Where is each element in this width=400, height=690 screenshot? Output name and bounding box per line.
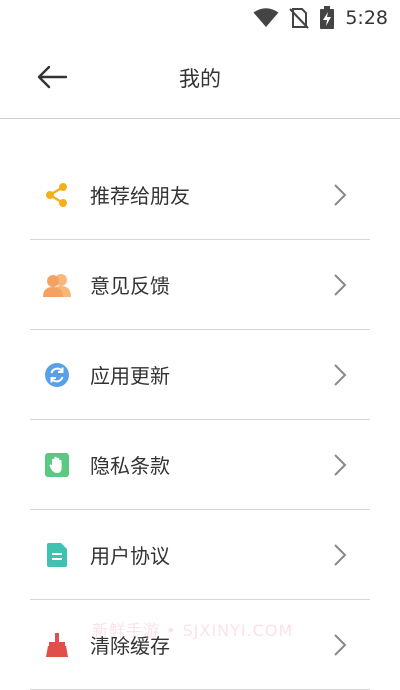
menu-item-privacy[interactable]: 隐私条款 bbox=[30, 420, 370, 510]
chevron-right-icon bbox=[334, 633, 347, 656]
menu-item-clear-cache[interactable]: 清除缓存 bbox=[30, 600, 370, 690]
feedback-people-icon bbox=[43, 271, 71, 299]
chevron-right-icon bbox=[334, 363, 347, 386]
status-icons: 5:28 bbox=[253, 6, 388, 30]
chevron-right-icon bbox=[334, 453, 347, 476]
no-sim-icon bbox=[289, 8, 310, 29]
share-icon bbox=[43, 181, 71, 209]
menu-item-user-agreement[interactable]: 用户协议 bbox=[30, 510, 370, 600]
wifi-icon bbox=[253, 8, 279, 27]
status-time: 5:28 bbox=[345, 7, 388, 29]
document-icon bbox=[43, 541, 71, 569]
battery-charging-icon bbox=[320, 6, 335, 29]
status-bar: 5:28 bbox=[0, 0, 400, 36]
menu-item-feedback[interactable]: 意见反馈 bbox=[30, 240, 370, 330]
chevron-right-icon bbox=[334, 183, 347, 206]
menu-item-label: 用户协议 bbox=[90, 544, 170, 568]
app-bar: 我的 bbox=[0, 36, 400, 119]
hand-icon bbox=[43, 451, 71, 479]
broom-icon bbox=[43, 631, 71, 659]
refresh-icon bbox=[43, 361, 71, 389]
chevron-right-icon bbox=[334, 273, 347, 296]
chevron-right-icon bbox=[334, 543, 347, 566]
arrow-left-icon bbox=[37, 65, 68, 89]
menu-item-recommend[interactable]: 推荐给朋友 bbox=[30, 150, 370, 240]
menu-item-label: 意见反馈 bbox=[90, 274, 170, 298]
menu-item-label: 清除缓存 bbox=[90, 634, 170, 658]
back-button[interactable] bbox=[34, 62, 70, 92]
menu-item-label: 隐私条款 bbox=[90, 454, 170, 478]
menu-list: 推荐给朋友 意见反馈 应用更新 隐私条款 用户协议 清除缓存 bbox=[30, 150, 370, 690]
menu-item-label: 应用更新 bbox=[90, 364, 170, 388]
menu-item-label: 推荐给朋友 bbox=[90, 184, 190, 208]
menu-item-app-update[interactable]: 应用更新 bbox=[30, 330, 370, 420]
